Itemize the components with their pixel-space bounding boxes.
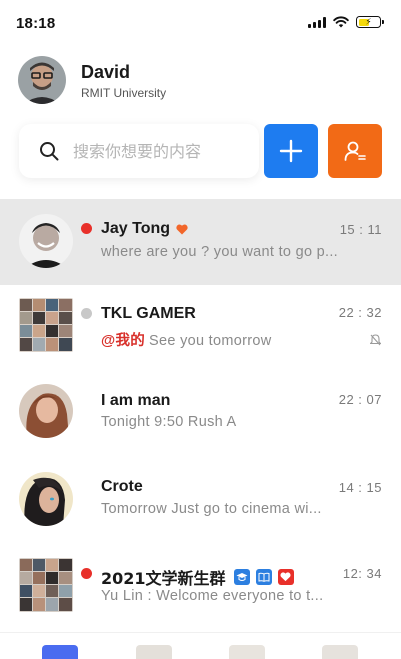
plus-icon bbox=[279, 139, 303, 163]
chat-item-crote[interactable]: Crote 14 : 15 Tomorrow Just go to cinema… bbox=[0, 453, 401, 541]
chat-item-tkl-gamer[interactable]: TKL GAMER 22 : 32 @我的 See you tomorrow bbox=[0, 285, 401, 367]
chat-preview: Tomorrow Just go to cinema wi... bbox=[101, 501, 322, 517]
heart-icon bbox=[176, 224, 188, 234]
chat-name: Jay Tong bbox=[101, 220, 188, 238]
tab-messages-icon[interactable] bbox=[42, 645, 78, 659]
chat-preview: @我的 See you tomorrow bbox=[101, 329, 351, 350]
chat-preview: Tonight 9:50 Rush A bbox=[101, 414, 237, 430]
graduation-cap-icon bbox=[233, 569, 250, 585]
mute-bell-icon bbox=[370, 334, 381, 346]
tab-folder-icon[interactable] bbox=[229, 645, 265, 659]
chat-preview-text: See you tomorrow bbox=[149, 333, 272, 349]
battery-icon: ⚡ bbox=[356, 16, 384, 28]
group-avatar bbox=[19, 298, 73, 352]
profile-name: David bbox=[81, 61, 131, 82]
heart-badge-icon bbox=[277, 569, 294, 585]
chat-time: 14 : 15 bbox=[338, 480, 382, 495]
chat-preview: where are you ? you want to go p... bbox=[101, 244, 338, 260]
book-icon bbox=[255, 569, 272, 585]
chat-time: 12: 34 bbox=[342, 566, 382, 581]
search-box[interactable] bbox=[19, 124, 259, 178]
status-time: 18:18 bbox=[16, 15, 56, 32]
chat-time: 22 : 32 bbox=[338, 305, 382, 320]
search-icon bbox=[40, 142, 59, 161]
chat-avatar bbox=[19, 214, 73, 268]
chat-item-i-am-man[interactable]: I am man 22 : 07 Tonight 9:50 Rush A bbox=[0, 367, 401, 453]
add-button[interactable] bbox=[264, 124, 318, 178]
chat-name: I am man bbox=[101, 392, 171, 409]
chat-name: TKL GAMER bbox=[101, 305, 196, 322]
contacts-button[interactable] bbox=[328, 124, 382, 178]
search-input[interactable] bbox=[73, 141, 233, 161]
mention-tag: @我的 bbox=[101, 333, 146, 349]
profile-org: RMIT University bbox=[81, 85, 167, 100]
chat-name: Crote bbox=[101, 478, 143, 495]
chat-item-literature-group[interactable]: 2021文学新生群 12: 34 Yu Lin : Welcome everyo… bbox=[0, 541, 401, 627]
cellular-signal-icon bbox=[308, 16, 326, 28]
chat-avatar bbox=[19, 472, 73, 526]
chat-time: 22 : 07 bbox=[338, 392, 382, 407]
chat-name-text: 2021文学新生群 bbox=[101, 569, 226, 588]
tab-calendar-icon[interactable] bbox=[136, 645, 172, 659]
chat-avatar bbox=[19, 384, 73, 438]
status-dot bbox=[81, 308, 92, 319]
wifi-icon bbox=[333, 16, 349, 28]
chat-list: Jay Tong 15 : 11 where are you ? you wan… bbox=[0, 199, 401, 627]
charging-bolt-icon: ⚡ bbox=[365, 16, 372, 27]
group-avatar bbox=[19, 558, 73, 612]
chat-name: 2021文学新生群 bbox=[101, 565, 294, 589]
chat-time: 15 : 11 bbox=[339, 222, 382, 237]
unread-dot bbox=[81, 223, 92, 234]
profile-avatar[interactable] bbox=[18, 56, 66, 104]
tab-profile-icon[interactable] bbox=[322, 645, 358, 659]
bottom-tab-bar bbox=[0, 632, 401, 659]
status-icons: ⚡ bbox=[308, 16, 384, 28]
unread-dot bbox=[81, 568, 92, 579]
chat-preview: Yu Lin : Welcome everyone to t... bbox=[101, 588, 324, 604]
status-bar: 18:18 ⚡ bbox=[0, 0, 401, 48]
user-list-icon bbox=[344, 141, 366, 161]
chat-item-jay-tong[interactable]: Jay Tong 15 : 11 where are you ? you wan… bbox=[0, 199, 401, 285]
profile-header[interactable]: David RMIT University bbox=[18, 56, 166, 104]
